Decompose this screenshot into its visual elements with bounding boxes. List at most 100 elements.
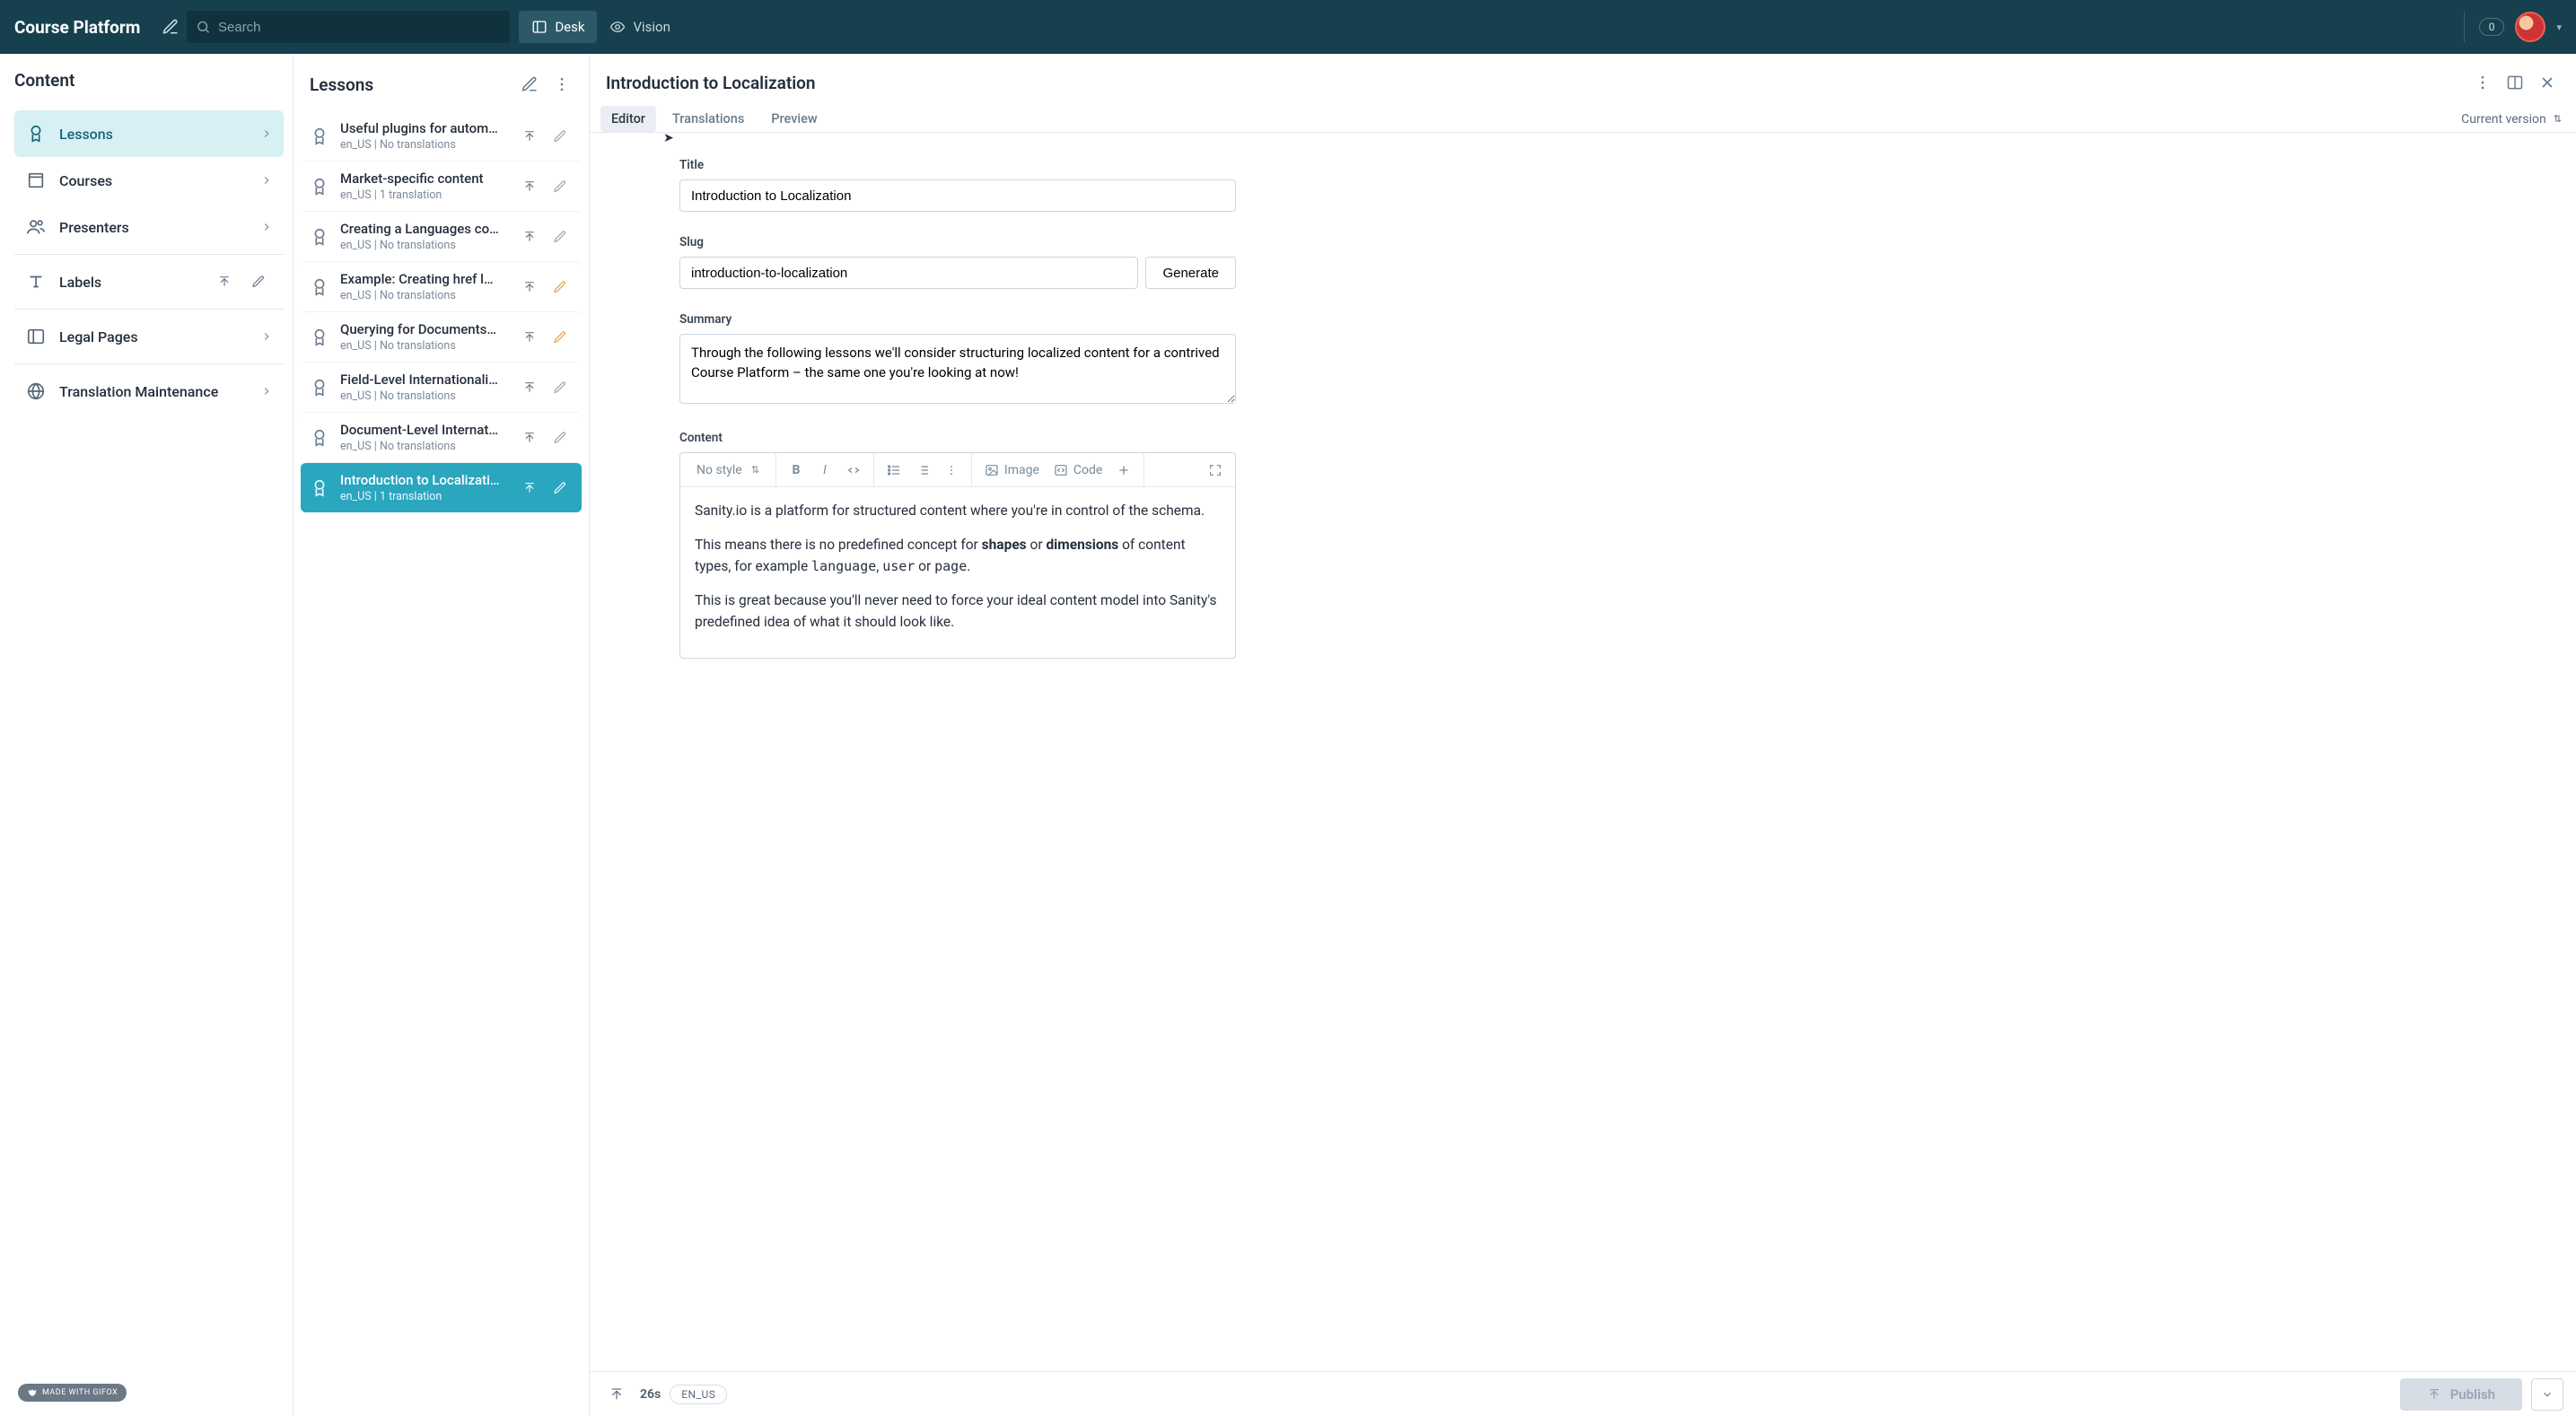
code-inline-icon[interactable] bbox=[841, 458, 866, 483]
number-list-icon[interactable] bbox=[910, 458, 935, 483]
time-ago: 26s bbox=[640, 1387, 661, 1402]
lesson-title: Querying for Documents… bbox=[340, 321, 506, 337]
generate-button[interactable]: Generate bbox=[1145, 257, 1236, 289]
version-selector[interactable]: Current version ⇅ bbox=[2461, 112, 2562, 127]
sidebar-item-label: Presenters bbox=[59, 219, 248, 236]
image-button[interactable]: Image bbox=[979, 458, 1045, 483]
publish-button[interactable]: Publish bbox=[2400, 1378, 2522, 1411]
code-button[interactable]: Code bbox=[1048, 458, 1108, 483]
notification-count[interactable]: 0 bbox=[2479, 18, 2505, 36]
sidebar-item-label: Lessons bbox=[59, 126, 248, 143]
lesson-item[interactable]: Querying for Documents… en_US | No transl… bbox=[301, 311, 582, 362]
publish-up-icon[interactable] bbox=[515, 122, 544, 151]
publish-up-icon[interactable] bbox=[515, 474, 544, 503]
search-input[interactable] bbox=[218, 20, 501, 35]
lesson-item[interactable]: Introduction to Localizati…en_US | 1 tra… bbox=[301, 462, 582, 512]
tab-preview[interactable]: Preview bbox=[760, 106, 828, 132]
pencil-icon[interactable] bbox=[546, 323, 574, 352]
chevron-right-icon bbox=[260, 330, 273, 343]
sidebar-item-translation[interactable]: Translation Maintenance bbox=[14, 368, 284, 415]
panel-icon bbox=[25, 326, 47, 347]
top-bar: Course Platform Desk Vision 0 ▾ bbox=[0, 0, 2576, 54]
pencil-icon[interactable] bbox=[546, 223, 574, 251]
ribbon-icon bbox=[308, 125, 331, 148]
pencil-icon[interactable] bbox=[546, 122, 574, 151]
publish-up-icon[interactable] bbox=[515, 273, 544, 302]
fox-icon bbox=[27, 1387, 38, 1398]
people-icon bbox=[25, 216, 47, 238]
gifox-badge: MADE WITH GIFOX bbox=[18, 1384, 127, 1402]
summary-input[interactable]: Through the following lessons we'll cons… bbox=[679, 334, 1236, 404]
sidebar-item-label: Courses bbox=[59, 172, 248, 189]
ribbon-icon bbox=[308, 426, 331, 450]
slug-label: Slug bbox=[679, 235, 1236, 249]
chevron-right-icon bbox=[260, 174, 273, 187]
doc-more-icon[interactable] bbox=[2468, 68, 2497, 97]
content-editor[interactable]: Sanity.io is a platform for structured c… bbox=[680, 487, 1235, 658]
lesson-item[interactable]: Market-specific contenten_US | 1 transla… bbox=[301, 161, 582, 211]
pencil-icon[interactable] bbox=[546, 373, 574, 402]
lesson-item[interactable]: Example: Creating href l…en_US | No tran… bbox=[301, 261, 582, 311]
split-pane-icon[interactable] bbox=[2501, 68, 2529, 97]
title-input[interactable] bbox=[679, 179, 1236, 212]
publish-up-icon[interactable] bbox=[515, 373, 544, 402]
lesson-title: Creating a Languages co… bbox=[340, 221, 506, 237]
chevron-down-icon[interactable]: ▾ bbox=[2556, 22, 2562, 33]
content-sidebar: Content Lessons Courses Presenters bbox=[0, 54, 294, 1416]
style-selector[interactable]: No style ⇅ bbox=[688, 458, 768, 483]
compose-icon[interactable] bbox=[154, 11, 187, 43]
ribbon-icon bbox=[308, 175, 331, 198]
lesson-list: Useful plugins for autom…en_US | No tran… bbox=[294, 111, 589, 1416]
lesson-item[interactable]: Document-Level Internat…en_US | No trans… bbox=[301, 412, 582, 462]
lesson-subtitle: en_US | No translations bbox=[340, 440, 506, 453]
eye-icon bbox=[609, 19, 626, 35]
locale-pill: EN_US bbox=[670, 1385, 727, 1404]
new-lesson-icon[interactable] bbox=[515, 70, 544, 99]
lesson-title: Field-Level Internationali… bbox=[340, 371, 506, 388]
italic-icon[interactable]: I bbox=[812, 458, 837, 483]
bold-icon[interactable]: B bbox=[784, 458, 809, 483]
ribbon-icon bbox=[308, 275, 331, 299]
publish-up-icon[interactable] bbox=[515, 424, 544, 452]
publish-up-icon[interactable] bbox=[515, 172, 544, 201]
sidebar-item-legal[interactable]: Legal Pages bbox=[14, 313, 284, 360]
vision-tab[interactable]: Vision bbox=[597, 11, 682, 43]
tab-translations[interactable]: Translations bbox=[662, 106, 755, 132]
sidebar-item-courses[interactable]: Courses bbox=[14, 157, 284, 204]
search-icon bbox=[196, 19, 211, 35]
publish-up-icon[interactable] bbox=[515, 323, 544, 352]
publish-up-icon[interactable] bbox=[515, 223, 544, 251]
lesson-item[interactable]: Creating a Languages co…en_US | No trans… bbox=[301, 211, 582, 261]
avatar[interactable] bbox=[2515, 12, 2545, 42]
publish-up-icon[interactable] bbox=[210, 267, 239, 296]
list-more-icon[interactable] bbox=[939, 458, 964, 483]
brand: Course Platform bbox=[14, 17, 140, 38]
sidebar-item-labels[interactable]: Labels bbox=[14, 258, 284, 305]
add-block-icon[interactable] bbox=[1111, 458, 1136, 483]
pencil-icon[interactable] bbox=[546, 424, 574, 452]
lesson-subtitle: en_US | No translations bbox=[340, 389, 506, 403]
ribbon-icon bbox=[308, 326, 331, 349]
tab-editor[interactable]: Editor bbox=[600, 106, 656, 132]
lesson-item[interactable]: Useful plugins for autom…en_US | No tran… bbox=[301, 111, 582, 161]
slug-input[interactable] bbox=[679, 257, 1138, 289]
sidebar-item-lessons[interactable]: Lessons bbox=[14, 110, 284, 157]
expand-icon[interactable] bbox=[1203, 458, 1228, 483]
sidebar-item-label: Legal Pages bbox=[59, 328, 248, 345]
more-icon[interactable] bbox=[548, 70, 576, 99]
lesson-subtitle: en_US | No translations bbox=[340, 339, 506, 353]
search-wrap[interactable] bbox=[187, 11, 510, 43]
pencil-icon[interactable] bbox=[546, 273, 574, 302]
pencil-icon[interactable] bbox=[244, 267, 273, 296]
publish-up-icon[interactable] bbox=[602, 1380, 631, 1409]
sidebar-item-presenters[interactable]: Presenters bbox=[14, 204, 284, 250]
bullet-list-icon[interactable] bbox=[881, 458, 907, 483]
pencil-icon[interactable] bbox=[546, 474, 574, 503]
close-icon[interactable] bbox=[2533, 68, 2562, 97]
publish-more-icon[interactable] bbox=[2531, 1378, 2563, 1411]
desk-label: Desk bbox=[555, 19, 584, 35]
lesson-item[interactable]: Field-Level Internationali…en_US | No tr… bbox=[301, 362, 582, 412]
lesson-subtitle: en_US | No translations bbox=[340, 289, 506, 302]
pencil-icon[interactable] bbox=[546, 172, 574, 201]
desk-tab[interactable]: Desk bbox=[519, 11, 597, 43]
